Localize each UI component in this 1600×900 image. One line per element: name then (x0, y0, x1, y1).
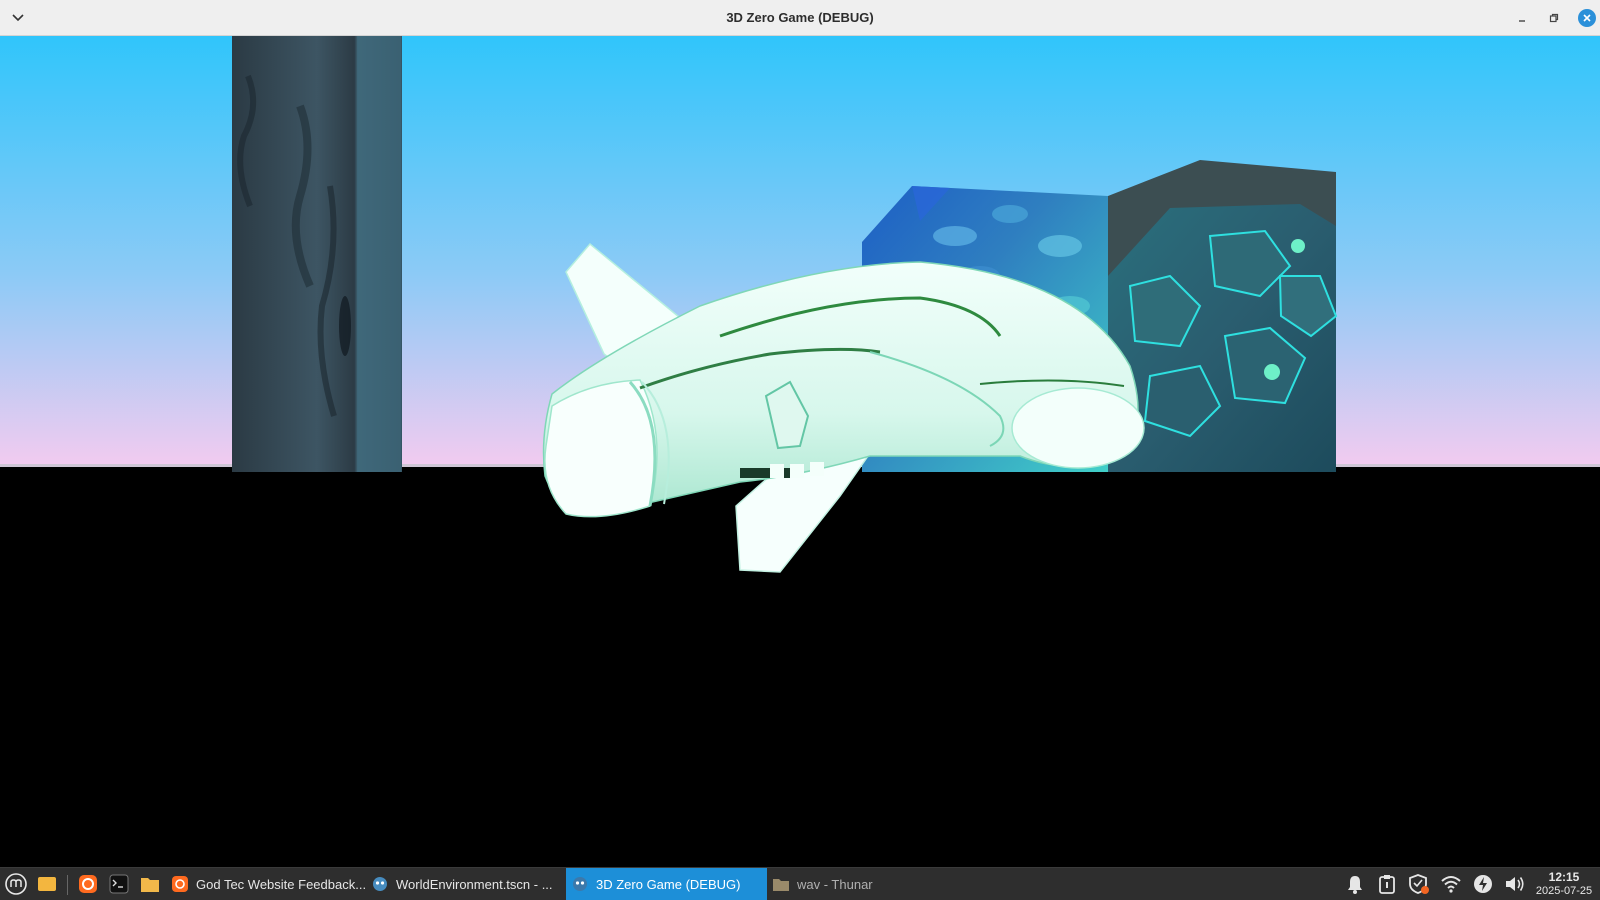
wifi-icon[interactable] (1440, 873, 1462, 895)
firefox-icon (172, 876, 188, 892)
restore-icon[interactable] (1545, 9, 1563, 27)
window-titlebar[interactable]: 3D Zero Game (DEBUG) (0, 0, 1600, 36)
folder-icon (773, 876, 789, 892)
chevron-down-icon[interactable] (8, 8, 28, 28)
notifications-icon[interactable] (1344, 873, 1366, 895)
task-game-debug[interactable]: 3D Zero Game (DEBUG) (566, 868, 767, 900)
terminal-icon[interactable] (108, 873, 130, 895)
firefox-icon[interactable] (77, 873, 99, 895)
shield-icon[interactable] (1408, 873, 1430, 895)
task-godot-editor[interactable]: WorldEnvironment.tscn - ... (366, 868, 566, 900)
mint-menu-icon[interactable] (5, 873, 27, 895)
task-label: WorldEnvironment.tscn - ... (396, 876, 553, 892)
task-label: 3D Zero Game (DEBUG) (596, 876, 741, 892)
godot-icon (572, 876, 588, 892)
file-manager-icon[interactable] (139, 873, 161, 895)
game-viewport[interactable] (0, 36, 1600, 867)
window-title: 3D Zero Game (DEBUG) (726, 10, 874, 25)
close-icon[interactable] (1578, 9, 1596, 27)
clipboard-icon[interactable] (1376, 873, 1398, 895)
stone-pillar (232, 36, 402, 472)
clock-time: 12:15 (1548, 870, 1580, 884)
clock-date: 2025-07-25 (1535, 885, 1593, 897)
power-icon[interactable] (1472, 873, 1494, 895)
taskbar: God Tec Website Feedback... WorldEnviron… (0, 867, 1600, 900)
clock[interactable]: 12:15 2025-07-25 (1534, 870, 1594, 898)
task-firefox-window[interactable]: God Tec Website Feedback... (166, 868, 366, 900)
task-label: God Tec Website Feedback... (196, 876, 366, 892)
minimize-icon[interactable] (1513, 9, 1531, 27)
show-desktop-icon[interactable] (36, 873, 58, 895)
task-label: wav - Thunar (797, 876, 873, 892)
godot-icon (372, 876, 388, 892)
taskbar-separator (67, 875, 68, 895)
volume-icon[interactable] (1504, 873, 1526, 895)
task-thunar[interactable]: wav - Thunar (767, 868, 967, 900)
